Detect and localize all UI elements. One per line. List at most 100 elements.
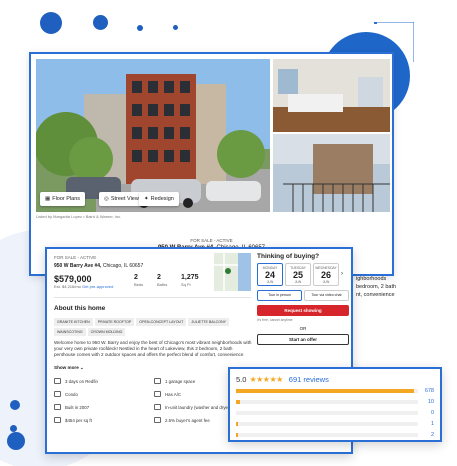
location-map[interactable] [214,253,251,291]
about-heading: About this home [54,305,106,312]
rating-bar-row[interactable]: 2 [236,429,434,440]
balcony-illustration [273,134,390,212]
tour-scheduler: Thinking of buying? MONDAY 24 JUN TUESDA… [257,253,349,345]
decor-dot [10,425,17,432]
map-illustration [214,253,251,291]
get-preapproved-link[interactable]: Get pre-approved [82,284,113,289]
rating-bar-count: 0 [430,409,434,416]
washer-icon [154,404,161,410]
details-address-city: Chicago, IL 60657 [101,263,144,269]
fact-item: Condo [54,390,154,398]
tour-video-chat-option[interactable]: Tour via video chat [304,290,349,301]
feature-tag: WAINSCOTING [54,328,86,336]
fact-item: 3 days on Redfin [54,377,154,385]
marketing-collage: WAINSCOTING ighborhoods bedroom, 2 bath … [0,0,457,466]
rating-bar-row[interactable]: 0 [236,407,434,418]
rating-bar-fill [236,388,415,393]
baths-value: 2 [157,274,161,281]
decor-dot [173,25,178,30]
rating-bar-track [236,388,418,393]
redesign-button[interactable]: ✦ Redesign [139,192,179,206]
fact-text: 2.5% buyer's agent fee [165,417,210,423]
living-room-photo[interactable] [273,59,390,132]
details-status: FOR SALE - ACTIVE [54,255,97,260]
fact-text: In-unit laundry (washer and dryer) [165,404,231,410]
decor-dot [137,25,143,31]
redesign-icon: ✦ [144,196,149,202]
floor-plans-button[interactable]: ▦ Floor Plans [40,192,86,206]
rating-bar-count: 2 [430,431,434,438]
sqft-value: 1,275 [181,274,199,281]
redesign-label: Redesign [150,196,174,202]
balcony-photo[interactable] [273,134,390,212]
day-month: JUN [266,280,274,284]
divider [54,297,251,298]
reviews-header: 5.0 ★★★★★ 691 reviews [236,373,434,385]
show-more-label: Show more [54,365,79,370]
tour-type-options: Tour in person Tour via video chat [257,290,349,301]
living-room-illustration [273,59,390,132]
day-option[interactable]: WEDNESDAY 26 JUN [313,263,339,286]
price: $579,000 [54,274,92,284]
day-date: 24 [264,270,275,280]
snowflake-icon [154,391,161,397]
listing-page-card: ▦ Floor Plans ◎ Street View ✦ Redesign L… [29,52,394,276]
building-icon [54,391,61,397]
show-more-link[interactable]: Show more ⌄ [54,365,84,371]
fact-text: Has A/C [165,391,182,397]
next-days-chevron-icon[interactable]: › [341,263,343,286]
decor-dot [40,12,62,34]
feature-tag: CROWN MOLDING [87,328,126,336]
day-option[interactable]: MONDAY 24 JUN [257,263,283,286]
exterior-photo[interactable] [36,59,270,212]
chevron-down-icon: ⌄ [80,365,84,370]
feature-tag: OPEN-CONCEPT LAYOUT [136,318,187,326]
rating-bar-fill [236,432,238,437]
map-pin-icon [225,268,231,274]
floor-plan-icon: ▦ [45,196,51,202]
building-photo-illustration [36,59,270,212]
sqft-label: Sq Ft [181,282,191,287]
hammer-icon [54,404,61,410]
rating-bar-fill [236,421,238,426]
floor-plans-label: Floor Plans [52,196,81,202]
rating-bar-track [236,399,418,404]
start-offer-button[interactable]: Start an offer [257,334,349,345]
street-view-button[interactable]: ◎ Street View [99,192,144,206]
beds-stat: 2 Beds [134,274,143,287]
decor-dot [7,432,25,450]
street-view-icon: ◎ [104,196,109,202]
rating-breakdown: 678 10 0 1 2 [236,385,434,440]
fact-item: $454 per sq ft [54,416,154,424]
decor-dot [10,400,20,410]
ruler-icon [54,417,61,423]
rating-bar-count: 678 [424,387,434,394]
fact-text: Condo [65,391,78,397]
rating-bar-row[interactable]: 1 [236,418,434,429]
rating-bar-track [236,410,418,415]
star-rating-icon: ★★★★★ [249,374,283,384]
description-peek: ighborhoods bedroom, 2 bath nt, convenie… [356,276,397,298]
rating-bar-row[interactable]: 678 [236,385,434,396]
baths-stat: 2 Baths [157,274,167,287]
tour-in-person-option[interactable]: Tour in person [257,290,302,301]
beds-value: 2 [134,274,138,281]
request-note: It's free, cancel anytime [257,318,293,322]
feature-tags: GRANITE KITCHEN PRIVATE ROOFTOP OPEN-CON… [54,318,254,336]
decor-dot [93,15,108,30]
tag-icon [154,417,161,423]
tour-title: Thinking of buying? [257,253,320,260]
or-separator: OR [299,326,307,331]
rating-bar-track [236,432,418,437]
review-score: 5.0 [236,374,247,384]
day-option[interactable]: TUESDAY 25 JUN [285,263,311,286]
fact-text: 3 days on Redfin [65,378,98,384]
day-date: 26 [320,270,331,280]
est-payment-value: Est. $4,216/mo [54,284,81,289]
key-facts: 3 days on Redfin 1 garage space Condo Ha… [54,377,254,424]
request-showing-button[interactable]: Request showing [257,305,349,316]
fact-item: Built in 2007 [54,403,154,411]
rating-bar-track [236,421,418,426]
rating-bar-row[interactable]: 10 [236,396,434,407]
review-count-link[interactable]: 691 reviews [289,375,329,384]
